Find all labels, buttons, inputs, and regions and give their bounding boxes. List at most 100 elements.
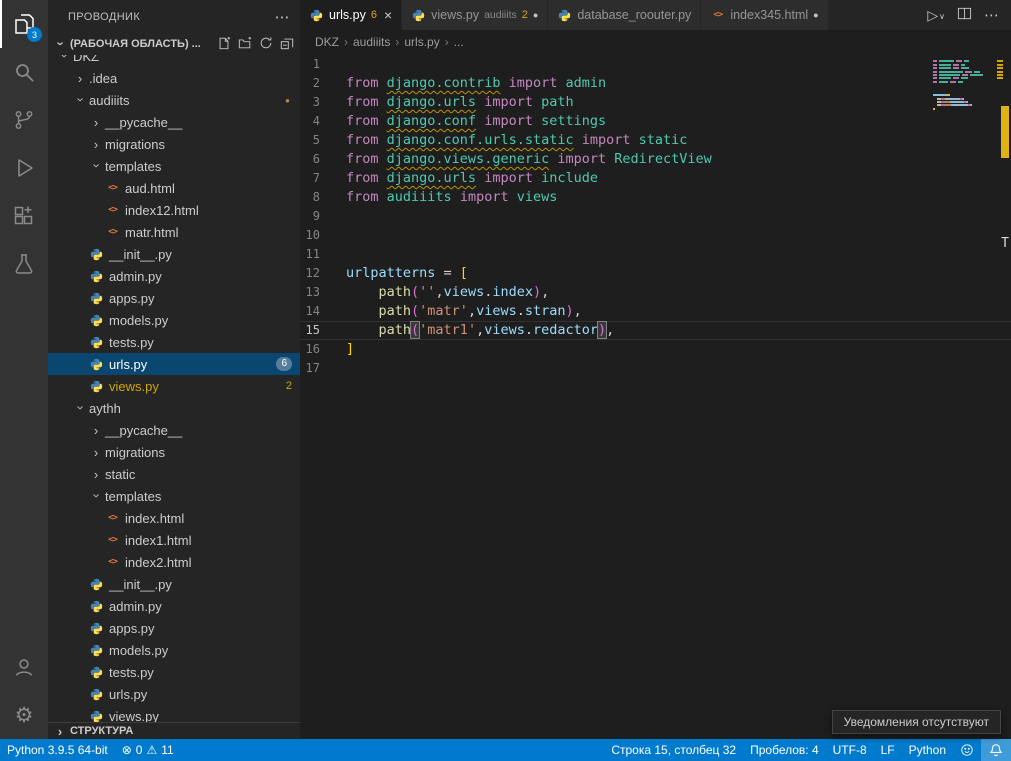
breadcrumbs: DKZ›audiiits›urls.py›... <box>300 30 1011 54</box>
more-actions-icon[interactable]: ⋯ <box>984 6 999 24</box>
dirty-indicator-icon[interactable]: ● <box>813 10 818 20</box>
file-icon-python <box>88 710 105 723</box>
new-folder-icon[interactable] <box>238 36 252 53</box>
new-file-icon[interactable] <box>217 36 231 53</box>
tree-item[interactable]: admin.py <box>48 265 300 287</box>
tree-item[interactable]: ›__pycache__ <box>48 419 300 441</box>
tab-label: index345.html <box>730 8 808 22</box>
breadcrumb-item[interactable]: DKZ <box>315 35 339 49</box>
collapse-all-icon[interactable] <box>280 36 294 53</box>
testing-icon[interactable] <box>0 240 48 288</box>
tree-item[interactable]: urls.py6 <box>48 353 300 375</box>
file-icon-html: <> <box>104 557 121 567</box>
tree-item[interactable]: __init__.py <box>48 573 300 595</box>
code-line[interactable]: 9 <box>300 207 1011 226</box>
tree-item-label: views.py <box>109 709 159 723</box>
code-line[interactable]: 15 path('matr1',views.redactor), <box>300 321 1011 340</box>
feedback-icon[interactable] <box>953 739 981 761</box>
code-line[interactable]: 4from django.conf import settings <box>300 112 1011 131</box>
tree-item[interactable]: <>matr.html <box>48 221 300 243</box>
tree-item[interactable]: ›DKZ <box>48 55 300 67</box>
tree-item[interactable]: tests.py <box>48 661 300 683</box>
outline-section-header[interactable]: › СТРУКТУРА <box>48 722 300 739</box>
extensions-icon[interactable] <box>0 192 48 240</box>
code-line[interactable]: 14 path('matr',views.stran), <box>300 302 1011 321</box>
workspace-section-header[interactable]: › (РАБОЧАЯ ОБЛАСТЬ) ... <box>48 33 300 55</box>
notifications-bell-icon[interactable] <box>981 739 1011 761</box>
breadcrumb-item[interactable]: urls.py <box>404 35 439 49</box>
editor[interactable]: 12from django.contrib import admin3from … <box>300 54 1011 739</box>
code-line[interactable]: 2from django.contrib import admin <box>300 74 1011 93</box>
tree-item[interactable]: admin.py <box>48 595 300 617</box>
breadcrumb-item[interactable]: ... <box>454 35 464 49</box>
source-control-icon[interactable] <box>0 96 48 144</box>
chevron-down-icon: › <box>73 399 88 415</box>
tree-item[interactable]: ›templates <box>48 485 300 507</box>
code-line[interactable]: 16] <box>300 340 1011 359</box>
encoding[interactable]: UTF-8 <box>826 739 874 761</box>
tab-database_roouter.py[interactable]: database_roouter.py <box>548 0 701 30</box>
run-debug-icon[interactable] <box>0 144 48 192</box>
tree-item[interactable]: <>aud.html <box>48 177 300 199</box>
tab-urls.py[interactable]: urls.py6× <box>300 0 402 30</box>
code-line[interactable]: 17 <box>300 359 1011 378</box>
tree-item[interactable]: <>index2.html <box>48 551 300 573</box>
close-icon[interactable]: × <box>384 7 392 23</box>
indentation[interactable]: Пробелов: 4 <box>743 739 826 761</box>
language-mode[interactable]: Python <box>902 739 953 761</box>
sidebar-more-actions-icon[interactable]: ⋯ <box>275 8 290 26</box>
tree-item[interactable]: ›__pycache__ <box>48 111 300 133</box>
tab-views.py[interactable]: views.pyaudiiits2● <box>402 0 548 30</box>
tree-item[interactable]: models.py <box>48 309 300 331</box>
code-line[interactable]: 13 path('',views.index), <box>300 283 1011 302</box>
tree-item[interactable]: models.py <box>48 639 300 661</box>
explorer-icon[interactable]: 3 <box>0 0 48 48</box>
code-line[interactable]: 12urlpatterns = [ <box>300 264 1011 283</box>
tree-item[interactable]: urls.py <box>48 683 300 705</box>
code-line[interactable]: 3from django.urls import path <box>300 93 1011 112</box>
code-line[interactable]: 7from django.urls import include <box>300 169 1011 188</box>
minimap-line <box>933 77 995 79</box>
dirty-indicator-icon[interactable]: ● <box>533 10 538 20</box>
tree-item[interactable]: <>index1.html <box>48 529 300 551</box>
problems-status[interactable]: ⊗ 0 ⚠ 11 <box>115 739 181 761</box>
tree-item[interactable]: ›migrations <box>48 441 300 463</box>
code-line[interactable]: 5from django.conf.urls.static import sta… <box>300 131 1011 150</box>
breadcrumb-item[interactable]: audiiits <box>353 35 390 49</box>
settings-gear-icon[interactable]: ⚙ <box>0 691 48 739</box>
minimap-line <box>933 101 995 103</box>
file-icon-html: <> <box>104 227 121 237</box>
account-icon[interactable] <box>0 643 48 691</box>
python-interpreter-status[interactable]: Python 3.9.5 64-bit <box>0 739 115 761</box>
tree-item[interactable]: <>index.html <box>48 507 300 529</box>
tree-item[interactable]: apps.py <box>48 617 300 639</box>
tree-item[interactable]: <>index12.html <box>48 199 300 221</box>
code-line[interactable]: 10 <box>300 226 1011 245</box>
search-icon[interactable] <box>0 48 48 96</box>
tree-item[interactable]: ›migrations <box>48 133 300 155</box>
tree-item[interactable]: ›static <box>48 463 300 485</box>
line-content: from django.views.generic import Redirec… <box>346 150 712 169</box>
code-line[interactable]: 1 <box>300 55 1011 74</box>
minimap[interactable] <box>933 57 995 115</box>
code-line[interactable]: 6from django.views.generic import Redire… <box>300 150 1011 169</box>
tree-item-label: templates <box>105 159 161 174</box>
code-line[interactable]: 8from audiiits import views <box>300 188 1011 207</box>
tree-item[interactable]: views.py2 <box>48 375 300 397</box>
tree-item[interactable]: ›templates <box>48 155 300 177</box>
tree-item[interactable]: ›.idea <box>48 67 300 89</box>
tree-item[interactable]: views.py <box>48 705 300 722</box>
tree-item[interactable]: ›audiiits● <box>48 89 300 111</box>
tree-item[interactable]: ›aythh <box>48 397 300 419</box>
eol[interactable]: LF <box>874 739 902 761</box>
refresh-icon[interactable] <box>259 36 273 53</box>
tree-item[interactable]: apps.py <box>48 287 300 309</box>
cursor-position[interactable]: Строка 15, столбец 32 <box>604 739 743 761</box>
tree-item[interactable]: __init__.py <box>48 243 300 265</box>
code-line[interactable]: 11 <box>300 245 1011 264</box>
run-button[interactable]: ▷ ∨ <box>927 8 945 22</box>
tree-item[interactable]: tests.py <box>48 331 300 353</box>
overview-ruler[interactable]: T <box>998 54 1011 739</box>
tab-index345.html[interactable]: <>index345.html● <box>701 0 828 30</box>
split-editor-icon[interactable] <box>957 6 972 24</box>
